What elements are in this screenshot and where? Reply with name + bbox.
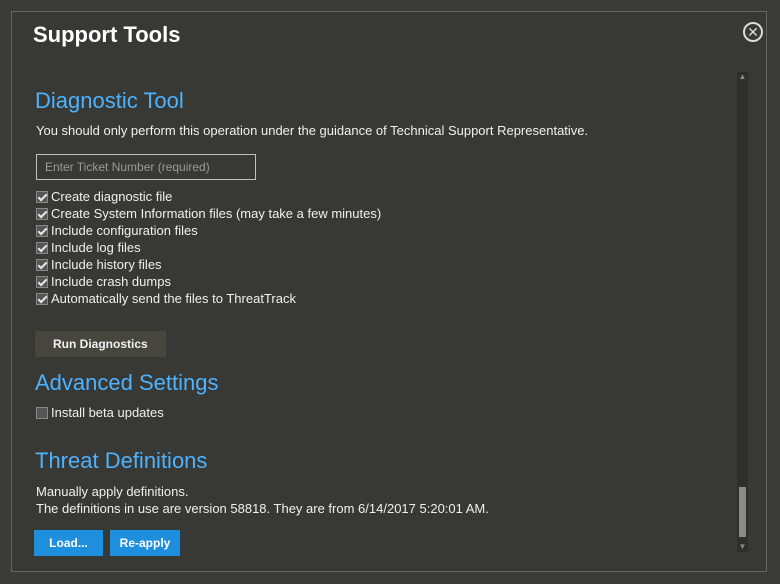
load-button[interactable]: Load... (34, 530, 103, 556)
scroll-up-icon[interactable]: ▲ (737, 72, 748, 82)
vertical-scrollbar[interactable]: ▲ ▼ (737, 72, 748, 552)
diagnostic-description: You should only perform this operation u… (36, 123, 589, 138)
option-label: Install beta updates (51, 405, 164, 420)
option-history-files[interactable]: Include history files (36, 256, 381, 273)
checkbox[interactable] (36, 406, 48, 419)
advanced-settings-heading: Advanced Settings (35, 370, 219, 395)
option-label: Include configuration files (51, 223, 198, 238)
reapply-button[interactable]: Re-apply (110, 530, 180, 556)
option-create-diagnostic[interactable]: Create diagnostic file (36, 188, 381, 205)
option-label: Create diagnostic file (51, 189, 173, 204)
diagnostic-tool-heading: Diagnostic Tool (35, 88, 184, 113)
option-configuration[interactable]: Include configuration files (36, 222, 381, 239)
option-label: Include log files (51, 240, 141, 255)
checkbox[interactable] (36, 190, 48, 203)
ticket-number-input[interactable] (36, 154, 256, 180)
option-label: Include crash dumps (51, 274, 171, 289)
run-diagnostics-button[interactable]: Run Diagnostics (35, 331, 166, 357)
scroll-down-icon[interactable]: ▼ (737, 542, 748, 552)
checkbox[interactable] (36, 275, 48, 288)
threat-description-2: The definitions in use are version 58818… (36, 501, 489, 516)
checkbox[interactable] (36, 258, 48, 271)
close-icon[interactable]: ✕ (743, 22, 763, 42)
option-label: Automatically send the files to ThreatTr… (51, 291, 296, 306)
checkbox[interactable] (36, 207, 48, 220)
checkbox[interactable] (36, 292, 48, 305)
option-crash-dumps[interactable]: Include crash dumps (36, 273, 381, 290)
dialog-title: Support Tools (33, 22, 181, 47)
threat-definitions-heading: Threat Definitions (35, 448, 208, 473)
option-label: Include history files (51, 257, 162, 272)
support-tools-dialog: Support Tools ✕ Diagnostic Tool You shou… (11, 11, 767, 572)
checkbox[interactable] (36, 224, 48, 237)
option-log-files[interactable]: Include log files (36, 239, 381, 256)
threat-description-1: Manually apply definitions. (36, 484, 189, 499)
option-beta-updates[interactable]: Install beta updates (36, 404, 164, 421)
scroll-thumb[interactable] (739, 487, 746, 537)
checkbox[interactable] (36, 241, 48, 254)
diagnostic-options: Create diagnostic file Create System Inf… (36, 188, 381, 307)
option-label: Create System Information files (may tak… (51, 206, 382, 221)
option-system-info[interactable]: Create System Information files (may tak… (36, 205, 381, 222)
option-auto-send[interactable]: Automatically send the files to ThreatTr… (36, 290, 381, 307)
